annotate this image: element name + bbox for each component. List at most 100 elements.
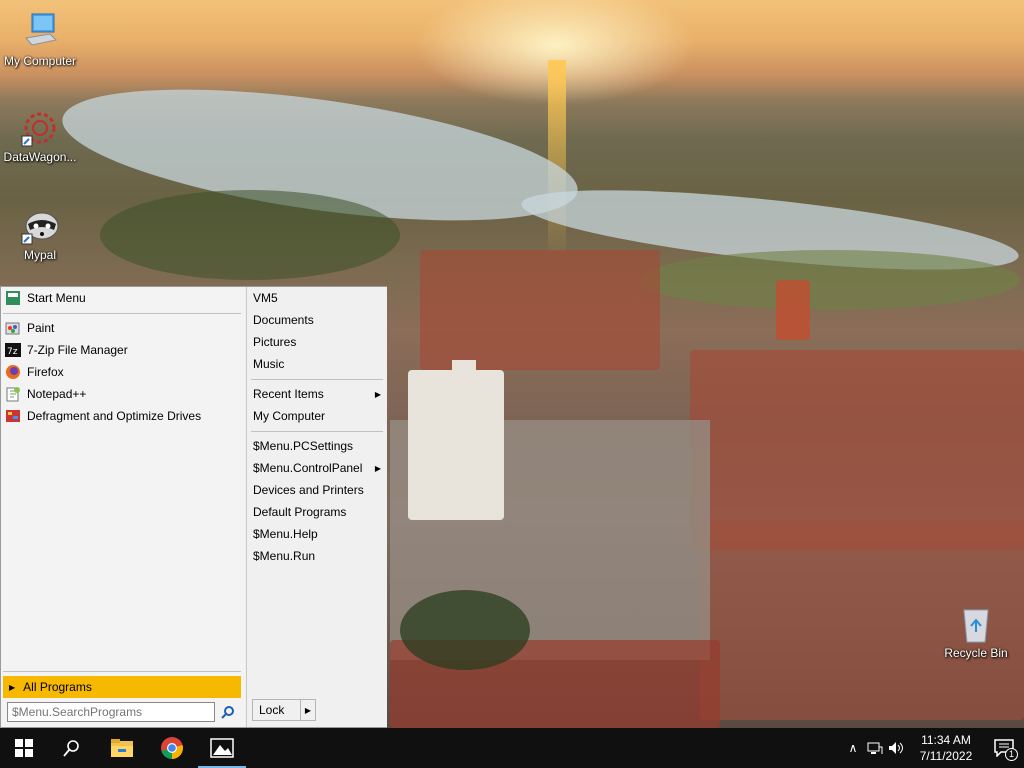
menu-item-devices-printers[interactable]: Devices and Printers xyxy=(253,479,383,501)
photos-button[interactable] xyxy=(198,728,246,768)
arrow-right-icon: ▶ xyxy=(304,705,312,715)
menu-item-music[interactable]: Music xyxy=(253,353,383,375)
menu-item-vm5[interactable]: VM5 xyxy=(253,287,383,309)
wallpaper-trees-2 xyxy=(400,590,530,670)
menu-item-control-panel[interactable]: $Menu.ControlPanel ▶ xyxy=(253,457,383,479)
start-menu-icon xyxy=(5,290,21,306)
search-icon xyxy=(221,706,234,719)
menu-item-my-computer[interactable]: My Computer xyxy=(253,405,383,427)
menu-item-label: Default Programs xyxy=(253,505,347,519)
menu-item-recent-items[interactable]: Recent Items ▶ xyxy=(253,383,383,405)
start-menu-places-pane: VM5 Documents Pictures Music Recent Item… xyxy=(246,287,387,727)
clock-date: 7/11/2022 xyxy=(919,749,973,763)
start-menu-programs-pane: Start Menu Paint 7z 7-Zip File Manager F… xyxy=(1,287,245,727)
wallpaper-sunbeam xyxy=(548,60,566,260)
menu-separator xyxy=(3,671,241,672)
taskbar-clock[interactable]: 11:34 AM 7/11/2022 xyxy=(908,732,984,764)
desktop-icon-recycle-bin[interactable]: Recycle Bin xyxy=(936,604,1016,660)
menu-item-label: Recent Items xyxy=(253,387,324,401)
action-center-button[interactable]: 1 xyxy=(984,728,1024,768)
all-programs-label: All Programs xyxy=(23,680,92,694)
desktop-icon-my-computer[interactable]: My Computer xyxy=(0,12,80,68)
chrome-icon xyxy=(161,737,183,759)
menu-item-help[interactable]: $Menu.Help xyxy=(253,523,383,545)
wallpaper-trees xyxy=(100,190,400,280)
lock-label: Lock xyxy=(259,703,285,717)
wallpaper-roofs-1 xyxy=(420,250,660,370)
search-icon xyxy=(63,740,79,757)
chrome-button[interactable] xyxy=(148,728,196,768)
windows-logo-icon xyxy=(15,739,33,757)
wallpaper-town-hall-tower xyxy=(452,360,476,440)
menu-item-label: Devices and Printers xyxy=(253,483,364,497)
folder-icon xyxy=(111,739,133,757)
menu-item-defragment[interactable]: Defragment and Optimize Drives xyxy=(3,405,201,427)
menu-item-label: Music xyxy=(253,357,285,371)
menu-item-label: $Menu.Help xyxy=(253,527,318,541)
notification-count-badge: 1 xyxy=(1005,748,1018,761)
network-icon[interactable] xyxy=(864,728,886,768)
svg-text:7z: 7z xyxy=(7,347,18,357)
search-button[interactable] xyxy=(217,702,239,722)
desktop-icon-label: Recycle Bin xyxy=(944,646,1008,660)
datawagon-icon xyxy=(20,108,60,148)
arrow-right-icon: ▶ xyxy=(374,463,381,473)
search-programs-input[interactable] xyxy=(7,702,215,722)
menu-item-default-programs[interactable]: Default Programs xyxy=(253,501,383,523)
menu-item-label: Firefox xyxy=(27,365,64,379)
menu-item-pictures[interactable]: Pictures xyxy=(253,331,383,353)
mypal-raccoon-icon xyxy=(20,206,60,246)
menu-item-label: Documents xyxy=(253,313,314,327)
defrag-icon xyxy=(5,408,21,424)
firefox-icon xyxy=(5,364,21,380)
computer-icon xyxy=(20,12,60,52)
menu-item-pc-settings[interactable]: $Menu.PCSettings xyxy=(253,435,383,457)
notepadpp-icon xyxy=(5,386,21,402)
system-tray: ∧ 11:34 AM 7/11/2022 1 xyxy=(842,728,1024,768)
7zip-icon: 7z xyxy=(5,342,21,358)
menu-item-label: $Menu.Run xyxy=(253,549,316,563)
power-options-arrow-button[interactable]: ▶ xyxy=(300,699,316,721)
file-explorer-button[interactable] xyxy=(98,728,146,768)
menu-item-documents[interactable]: Documents xyxy=(253,309,383,331)
show-hidden-icons-button[interactable]: ∧ xyxy=(842,728,864,768)
recycle-bin-icon xyxy=(956,604,996,644)
menu-item-run[interactable]: $Menu.Run xyxy=(253,545,383,567)
menu-item-start-menu[interactable]: Start Menu xyxy=(3,287,86,309)
menu-item-7zip[interactable]: 7z 7-Zip File Manager xyxy=(3,339,128,361)
arrow-right-icon: ▶ xyxy=(9,682,16,692)
wallpaper-field xyxy=(640,250,1020,310)
menu-item-label: $Menu.ControlPanel xyxy=(253,461,363,475)
all-programs-button[interactable]: ▶ All Programs xyxy=(3,676,241,698)
paint-icon xyxy=(5,320,21,336)
menu-item-paint[interactable]: Paint xyxy=(3,317,54,339)
menu-item-label: VM5 xyxy=(253,291,278,305)
menu-item-label: Paint xyxy=(27,321,55,335)
menu-item-label: Start Menu xyxy=(27,291,86,305)
start-menu: Start Menu Paint 7z 7-Zip File Manager F… xyxy=(0,286,387,728)
desktop-icon-label: Mypal xyxy=(23,248,56,262)
chevron-up-icon: ∧ xyxy=(848,741,858,755)
desktop-icon-label: My Computer xyxy=(3,54,77,68)
lock-button[interactable]: Lock xyxy=(252,699,302,721)
menu-item-label: Notepad++ xyxy=(27,387,87,401)
menu-item-label: Pictures xyxy=(253,335,297,349)
menu-item-firefox[interactable]: Firefox xyxy=(3,361,64,383)
taskbar: ∧ 11:34 AM 7/11/2022 1 xyxy=(0,728,1024,768)
clock-time: 11:34 AM xyxy=(921,733,971,747)
menu-item-label: 7-Zip File Manager xyxy=(27,343,128,357)
menu-separator xyxy=(3,313,241,314)
desktop-icon-mypal[interactable]: Mypal xyxy=(0,206,80,262)
menu-separator xyxy=(251,379,383,380)
menu-item-label: $Menu.PCSettings xyxy=(253,439,354,453)
search-button[interactable] xyxy=(48,728,96,768)
volume-icon[interactable] xyxy=(886,728,908,768)
menu-separator xyxy=(251,431,383,432)
menu-item-notepadpp[interactable]: Notepad++ xyxy=(3,383,86,405)
photos-icon xyxy=(210,738,234,758)
start-button[interactable] xyxy=(0,728,48,768)
desktop-icon-datawagon[interactable]: DataWagon... xyxy=(0,108,80,164)
menu-item-label: My Computer xyxy=(253,409,326,423)
menu-item-label: Defragment and Optimize Drives xyxy=(27,409,202,423)
wallpaper-castle-tower xyxy=(776,280,810,340)
